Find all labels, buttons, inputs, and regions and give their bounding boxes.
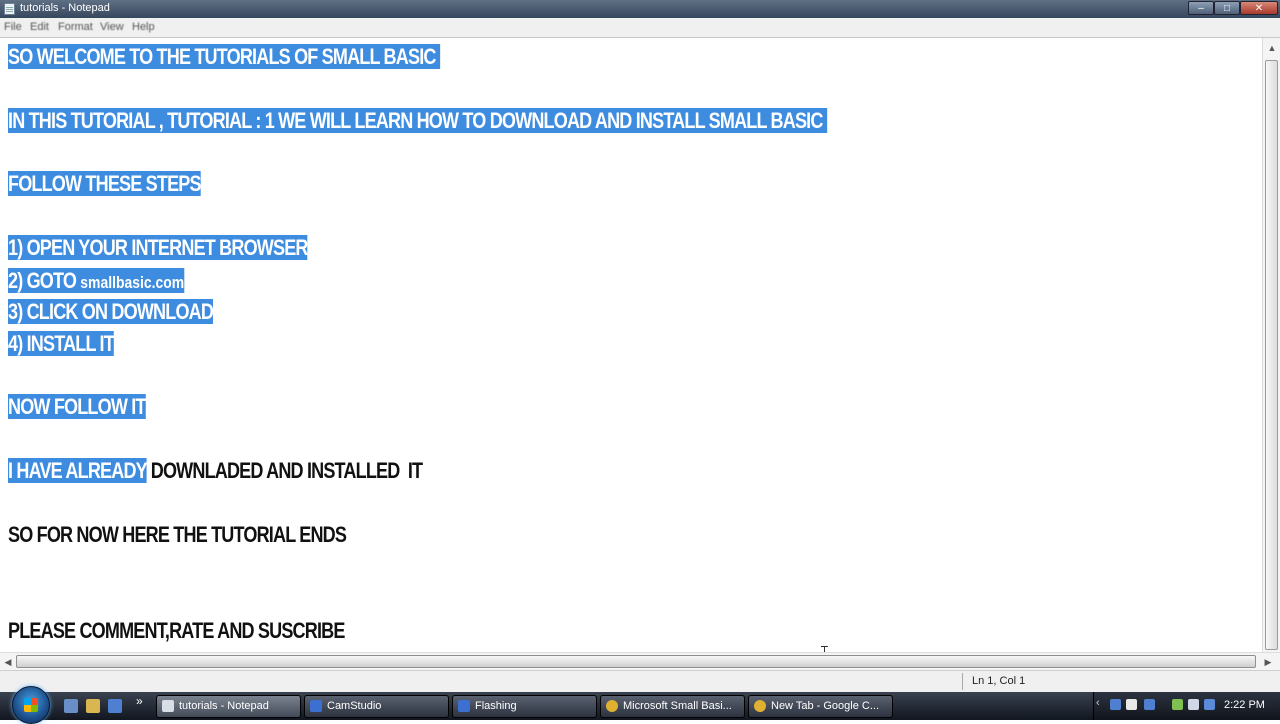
- scroll-left-icon[interactable]: ◀: [2, 656, 14, 668]
- text-line: 3) CLICK ON DOWNLOAD: [8, 299, 214, 324]
- text-line: PLEASE COMMENT,RATE AND SUSCRIBE: [8, 618, 345, 643]
- text-line: IN THIS TUTORIAL , TUTORIAL : 1 WE WILL …: [8, 108, 827, 133]
- tray-expand-icon[interactable]: ‹: [1096, 697, 1100, 709]
- taskbar-button-small-basic[interactable]: Microsoft Small Basi...: [600, 695, 745, 718]
- text-editor[interactable]: SO WELCOME TO THE TUTORIALS OF SMALL BAS…: [0, 38, 1262, 664]
- title-bar[interactable]: tutorials - Notepad – □ ✕: [0, 0, 1280, 18]
- monitor-icon[interactable]: [1144, 699, 1155, 710]
- scroll-right-icon[interactable]: ▶: [1262, 656, 1274, 668]
- menu-bar: File Edit Format View Help: [0, 18, 1280, 38]
- text-line: FOLLOW THESE STEPS: [8, 171, 202, 196]
- volume-icon[interactable]: [1126, 699, 1137, 710]
- scroll-up-icon[interactable]: ▲: [1266, 42, 1278, 54]
- start-button[interactable]: [12, 686, 50, 724]
- flag-icon[interactable]: [1172, 699, 1183, 710]
- taskbar-button-flashing[interactable]: Flashing: [452, 695, 597, 718]
- text-line: 2) GOTO smallbasic.com: [8, 268, 185, 293]
- system-tray: ‹ 2:22 PM: [1093, 692, 1280, 720]
- horizontal-scroll-thumb[interactable]: [16, 655, 1256, 668]
- taskbar-button-google-chrome[interactable]: New Tab - Google C...: [748, 695, 893, 718]
- vertical-scrollbar[interactable]: ▲: [1262, 38, 1280, 652]
- menu-file[interactable]: File: [4, 21, 22, 33]
- chrome-icon: [606, 700, 618, 712]
- taskbar-button-notepad[interactable]: tutorials - Notepad: [156, 695, 301, 718]
- menu-help[interactable]: Help: [132, 21, 155, 33]
- menu-view[interactable]: View: [100, 21, 124, 33]
- text-line: 4) INSTALL IT: [8, 331, 115, 356]
- status-bar: Ln 1, Col 1: [0, 670, 1280, 693]
- speaker-icon[interactable]: [1204, 699, 1215, 710]
- shield-icon[interactable]: [1188, 699, 1199, 710]
- text-line: I HAVE ALREADY DOWNLADED AND INSTALLED I…: [8, 458, 423, 483]
- close-button[interactable]: ✕: [1240, 1, 1278, 15]
- quick-launch-overflow-icon[interactable]: »: [136, 694, 143, 708]
- chrome-icon: [754, 700, 766, 712]
- clock[interactable]: 2:22 PM: [1224, 699, 1265, 711]
- text-line: 1) OPEN YOUR INTERNET BROWSER: [8, 235, 308, 260]
- app-icon: [458, 700, 470, 712]
- folder-icon[interactable]: [86, 699, 100, 713]
- menu-edit[interactable]: Edit: [30, 21, 49, 33]
- camstudio-icon: [310, 700, 322, 712]
- text-line: NOW FOLLOW IT: [8, 394, 146, 419]
- show-desktop-icon[interactable]: [64, 699, 78, 713]
- taskbar: » tutorials - Notepad CamStudio Flashing…: [0, 686, 1280, 724]
- vertical-scroll-thumb[interactable]: [1265, 60, 1278, 650]
- notepad-icon: [162, 700, 174, 712]
- url-text: smallbasic.com: [80, 273, 185, 292]
- cursor-position: Ln 1, Col 1: [972, 675, 1026, 687]
- text-line: SO FOR NOW HERE THE TUTORIAL ENDS: [8, 522, 347, 547]
- notepad-icon: [4, 3, 15, 15]
- maximize-button[interactable]: □: [1214, 1, 1240, 15]
- window-title: tutorials - Notepad: [20, 2, 110, 14]
- horizontal-scrollbar[interactable]: ◀ ▶: [0, 652, 1280, 671]
- network-icon[interactable]: [1110, 699, 1121, 710]
- minimize-button[interactable]: –: [1188, 1, 1214, 15]
- menu-format[interactable]: Format: [58, 21, 93, 33]
- text-line: SO WELCOME TO THE TUTORIALS OF SMALL BAS…: [8, 44, 440, 69]
- window-switch-icon[interactable]: [108, 699, 122, 713]
- taskbar-button-camstudio[interactable]: CamStudio: [304, 695, 449, 718]
